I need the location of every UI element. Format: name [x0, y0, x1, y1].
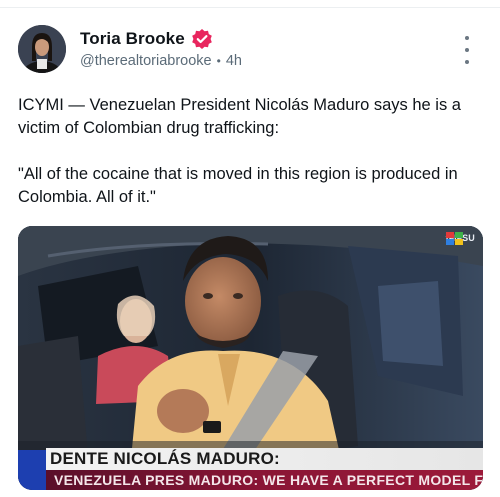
telesur-logo-icon: [445, 232, 463, 245]
news-chyron: DENTE NICOLÁS MADURO: VENEZUELA PRES MAD…: [18, 448, 483, 490]
author-handle[interactable]: @therealtoriabrooke: [80, 53, 212, 69]
verified-badge-icon: [191, 28, 213, 50]
network-logo: teleSU: [445, 232, 475, 245]
chyron-ticker-text: VENEZUELA PRES MADURO: WE HAVE A PERFECT…: [46, 470, 483, 490]
more-options-icon[interactable]: [458, 36, 476, 64]
chyron-main-text: DENTE NICOLÁS MADURO:: [46, 448, 483, 470]
avatar-image: [18, 25, 66, 73]
author-name[interactable]: Toria Brooke: [80, 29, 185, 49]
chyron-blue-block: [18, 450, 46, 490]
top-divider: [0, 7, 500, 8]
post-paragraph: ICYMI — Venezuelan President Nicolás Mad…: [18, 96, 461, 137]
post-paragraph: "All of the cocaine that is moved in thi…: [18, 165, 458, 206]
meta-separator: •: [216, 54, 221, 68]
post-video[interactable]: teleSU DENTE NICOLÁS MADURO: VENEZUELA P…: [18, 226, 483, 490]
post-meta: @therealtoriabrooke • 4h: [80, 52, 242, 70]
author-avatar[interactable]: [18, 25, 66, 73]
post-time[interactable]: 4h: [226, 53, 242, 69]
post-body: ICYMI — Venezuelan President Nicolás Mad…: [18, 94, 488, 209]
author-name-row: Toria Brooke: [80, 28, 213, 50]
